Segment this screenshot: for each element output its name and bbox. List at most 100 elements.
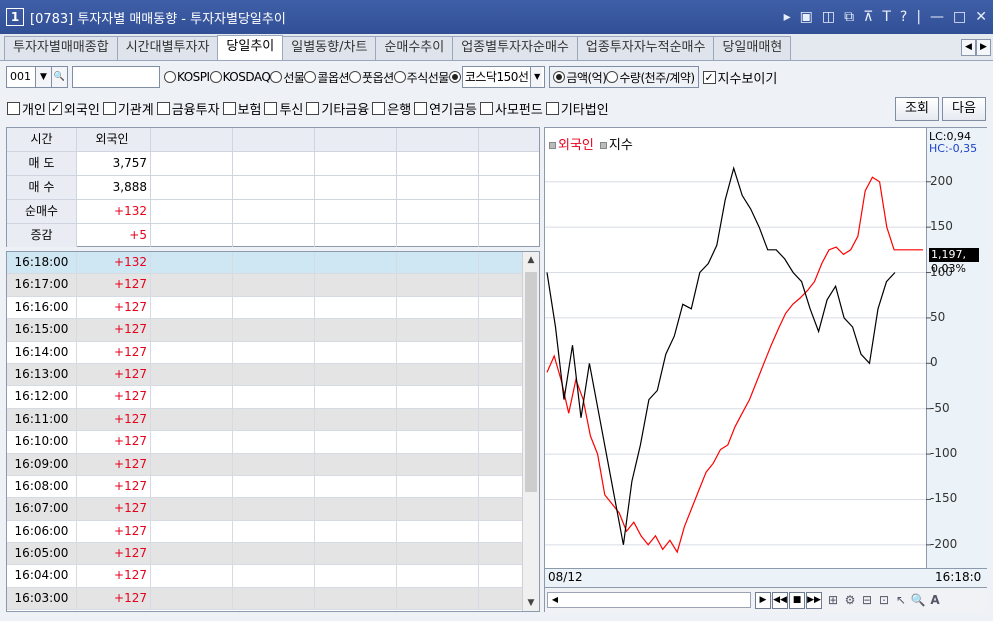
next-button[interactable]: 다음: [942, 97, 986, 121]
query-button[interactable]: 조회: [895, 97, 939, 121]
list-item[interactable]: 16:09:00 +127: [7, 453, 539, 476]
scroll-down-icon[interactable]: ▼: [523, 595, 539, 611]
check-icon: ✓: [48, 101, 62, 115]
help-icon[interactable]: ?: [900, 9, 907, 25]
search-icon[interactable]: 🔍: [52, 66, 68, 88]
filter-foreign[interactable]: ✓ 외국인: [48, 99, 100, 118]
text-tool-icon[interactable]: A: [927, 592, 943, 609]
empty-cell: [479, 408, 525, 431]
filter-financial-investment[interactable]: 금융투자: [156, 99, 220, 118]
stop-icon[interactable]: ■: [789, 592, 805, 609]
scroll-left-icon[interactable]: ◀: [548, 593, 562, 607]
market-select[interactable]: 코스닥150선 ▼: [461, 66, 546, 88]
list-item[interactable]: 16:03:00 +127: [7, 587, 539, 611]
name-input[interactable]: [72, 66, 160, 88]
tab-daily-trend[interactable]: 당일추이: [217, 35, 284, 60]
radio-kosdaq150-futures[interactable]: [448, 71, 462, 83]
list-value: +127: [77, 587, 151, 610]
filter-insurance[interactable]: 보험: [222, 99, 261, 118]
radio-quantity[interactable]: 수량(천주/계약): [606, 69, 695, 86]
pin-icon[interactable]: ⊼: [863, 9, 873, 25]
list-item[interactable]: 16:17:00 +127: [7, 274, 539, 297]
tab-time-investor[interactable]: 시간대별투자자: [116, 36, 219, 60]
list-item[interactable]: 16:18:00 +132: [7, 252, 539, 275]
empty-cell: [151, 152, 233, 175]
empty-cell: [151, 274, 233, 296]
fast-forward-icon[interactable]: ▶▶: [806, 592, 822, 609]
chart-type-icon[interactable]: ⊡: [876, 592, 892, 609]
radio-futures[interactable]: 선물: [270, 69, 305, 86]
show-index-checkbox[interactable]: ✓ 지수보이기: [702, 68, 777, 87]
filter-investment-trust[interactable]: 투신: [264, 99, 303, 118]
arrow-right-icon[interactable]: ▸: [784, 9, 791, 25]
list-item[interactable]: 16:08:00 +127: [7, 475, 539, 499]
radio-put-option[interactable]: 풋옵션: [349, 69, 394, 86]
list-value: +127: [77, 475, 151, 498]
tab-daily-chart[interactable]: 일별동향/차트: [282, 36, 377, 60]
list-item[interactable]: 16:12:00 +127: [7, 386, 539, 409]
list-item[interactable]: 16:15:00 +127: [7, 319, 539, 342]
empty-cell: [397, 453, 479, 475]
chevron-down-icon[interactable]: ▼: [530, 67, 543, 87]
rewind-icon[interactable]: ◀◀: [772, 592, 788, 609]
filter-pension[interactable]: 연기금등: [414, 99, 477, 118]
radio-call-option[interactable]: 콜옵션: [304, 69, 350, 86]
empty-cell: [151, 565, 233, 587]
vertical-scrollbar[interactable]: ▲ ▼: [522, 252, 539, 611]
layout-icon[interactable]: ⊟: [859, 592, 875, 609]
radio-kosdaq[interactable]: KOSDAQ: [209, 70, 271, 84]
code-dropdown-icon[interactable]: ▼: [36, 66, 52, 88]
filter-institution[interactable]: 기관계: [102, 99, 154, 118]
close-icon[interactable]: ✕: [975, 9, 987, 25]
minimize-icon[interactable]: —: [930, 9, 944, 25]
empty-cell: [233, 475, 315, 498]
list-rows: 16:18:00 +132 16:17:00 +127 16:16:00 +127 16:1…: [7, 252, 539, 611]
maximize-icon[interactable]: □: [953, 9, 966, 25]
filter-individual[interactable]: 개인: [7, 99, 46, 118]
settings-icon[interactable]: ⚙: [842, 592, 858, 609]
list-item[interactable]: 16:10:00 +127: [7, 431, 539, 454]
summary-row-change: 증감 +5: [7, 224, 539, 248]
scroll-up-icon[interactable]: ▲: [523, 252, 539, 268]
list-item[interactable]: 16:14:00 +127: [7, 341, 539, 364]
tab-net-buy-trend[interactable]: 순매수추이: [375, 36, 454, 60]
list-item[interactable]: 16:16:00 +127: [7, 296, 539, 320]
list-item[interactable]: 16:13:00 +127: [7, 363, 539, 387]
scroll-thumb[interactable]: [525, 272, 537, 492]
zoom-area-icon[interactable]: ⊞: [825, 592, 841, 609]
empty-cell: [315, 431, 397, 453]
empty-cell: [397, 543, 479, 565]
tab-scroll-right-icon[interactable]: ▶: [976, 39, 991, 56]
radio-kospi[interactable]: KOSPI: [164, 70, 210, 84]
chart-horizontal-scrollbar[interactable]: ◀: [547, 592, 751, 608]
filter-other-corp[interactable]: 기타법인: [545, 99, 609, 118]
tab-sector-cumulative[interactable]: 업종투자자누적순매수: [576, 36, 715, 60]
font-icon[interactable]: T: [882, 9, 891, 25]
empty-cell: [151, 176, 233, 199]
copy-icon[interactable]: ⧉: [844, 9, 854, 25]
window-icon[interactable]: ◫: [822, 9, 835, 25]
magnifier-icon[interactable]: 🔍: [910, 592, 926, 609]
list-item[interactable]: 16:05:00 +127: [7, 543, 539, 566]
row-value: 3,757: [77, 152, 151, 175]
list-item[interactable]: 16:06:00 +127: [7, 520, 539, 544]
list-item[interactable]: 16:04:00 +127: [7, 565, 539, 588]
screen-icon[interactable]: ▣: [800, 9, 813, 25]
radio-stock-futures[interactable]: 주식선물: [393, 69, 449, 86]
tab-investor-summary[interactable]: 투자자별매매종합: [4, 36, 118, 60]
filter-bank[interactable]: 은행: [372, 99, 411, 118]
tab-scroll-left-icon[interactable]: ◀: [961, 39, 976, 56]
tab-daily-trade-status[interactable]: 당일매매현: [713, 36, 792, 60]
empty-cell: [479, 386, 525, 408]
empty-cell: [479, 475, 525, 498]
cursor-icon[interactable]: ↖: [893, 592, 909, 609]
x-axis-panel: [545, 568, 987, 587]
filter-private-fund[interactable]: 사모펀드: [480, 99, 543, 118]
code-input[interactable]: 001: [6, 66, 36, 88]
list-item[interactable]: 16:11:00 +127: [7, 408, 539, 432]
radio-amount[interactable]: 금액(억): [553, 69, 607, 86]
list-item[interactable]: 16:07:00 +127: [7, 498, 539, 521]
tab-sector-net-buy[interactable]: 업종별투자자순매수: [452, 36, 578, 60]
filter-other-finance[interactable]: 기타금융: [306, 99, 369, 118]
play-icon[interactable]: ▶: [755, 592, 771, 609]
